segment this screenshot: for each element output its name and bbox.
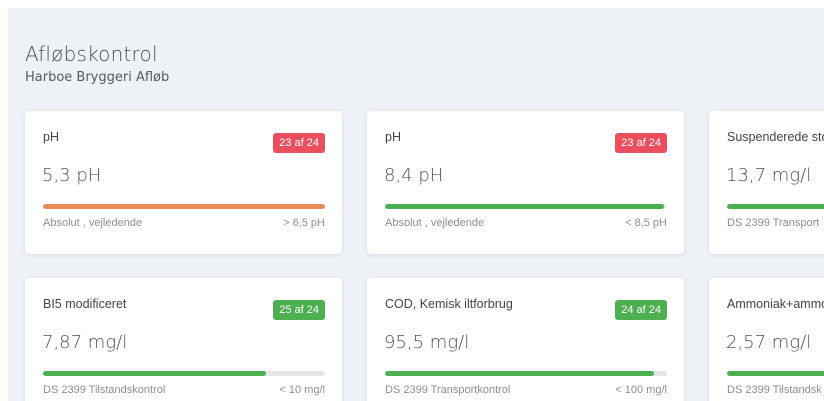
card-standard: DS 2399 Tilstandskontrol [43,384,166,396]
card-value: 7,87 mg/l [42,332,128,353]
card-standard: Absolut , vejledende [385,217,485,229]
progress-bar-fill [43,371,266,376]
card-label: Suspenderede sto [727,130,824,144]
card-standard: DS 2399 Transportkontrol [385,384,511,396]
page-title: Afløbskontrol [25,42,158,66]
card-label: Ammoniak+ammo [727,297,824,311]
page-header: Afløbskontrol Harboe Bryggeri Afløb [25,42,169,86]
progress-bar [385,371,667,376]
progress-bar [727,371,824,376]
card-standard: DS 2399 Tilstandsk [727,384,822,396]
progress-bar-fill [385,371,655,376]
progress-bar [43,371,325,376]
page-subtitle: Harboe Bryggeri Afløb [25,70,170,85]
progress-bar-fill [727,204,824,209]
card-value: 95,5 mg/l [384,332,470,353]
status-badge: 25 af 24 [273,300,325,320]
card-value: 2,57 mg/l [726,332,812,353]
card-value: 8,4 pH [384,165,444,186]
progress-bar-fill [43,204,325,209]
progress-bar [727,204,824,209]
status-badge: 23 af 24 [615,133,667,153]
measurement-card-cod[interactable]: COD, Kemisk iltforbrug 24 af 24 95,5 mg/… [367,278,684,401]
card-standard: Absolut , vejledende [43,217,143,229]
measurement-card-ammonia[interactable]: Ammoniak+ammo 2,57 mg/l DS 2399 Tilstand… [709,278,824,401]
measurement-card-ph-high[interactable]: pH 23 af 24 8,4 pH Absolut , vejledende … [367,111,684,254]
card-limit: < 100 mg/l [615,384,667,396]
progress-bar-fill [385,204,665,209]
card-label: pH [385,130,401,144]
card-standard: DS 2399 Transport [727,217,820,229]
status-badge: 23 af 24 [273,133,325,153]
measurement-card-ph-low[interactable]: pH 23 af 24 5,3 pH Absolut , vejledende … [25,111,342,254]
card-label: pH [43,130,59,144]
progress-bar-fill [727,371,824,376]
measurement-card-suspended-solids[interactable]: Suspenderede sto 13,7 mg/l DS 2399 Trans… [709,111,824,254]
card-label: BI5 modificeret [43,297,127,311]
card-value: 5,3 pH [42,165,102,186]
card-limit: < 8,5 pH [625,217,667,229]
card-limit: > 6,5 pH [283,217,325,229]
progress-bar [43,204,325,209]
card-label: COD, Kemisk iltforbrug [385,297,513,311]
measurement-card-bi5[interactable]: BI5 modificeret 25 af 24 7,87 mg/l DS 23… [25,278,342,401]
dashboard-page: Afløbskontrol Harboe Bryggeri Afløb pH 2… [8,8,824,401]
progress-bar [385,204,667,209]
status-badge: 24 af 24 [615,300,667,320]
card-limit: < 10 mg/l [279,384,325,396]
card-value: 13,7 mg/l [726,165,812,186]
